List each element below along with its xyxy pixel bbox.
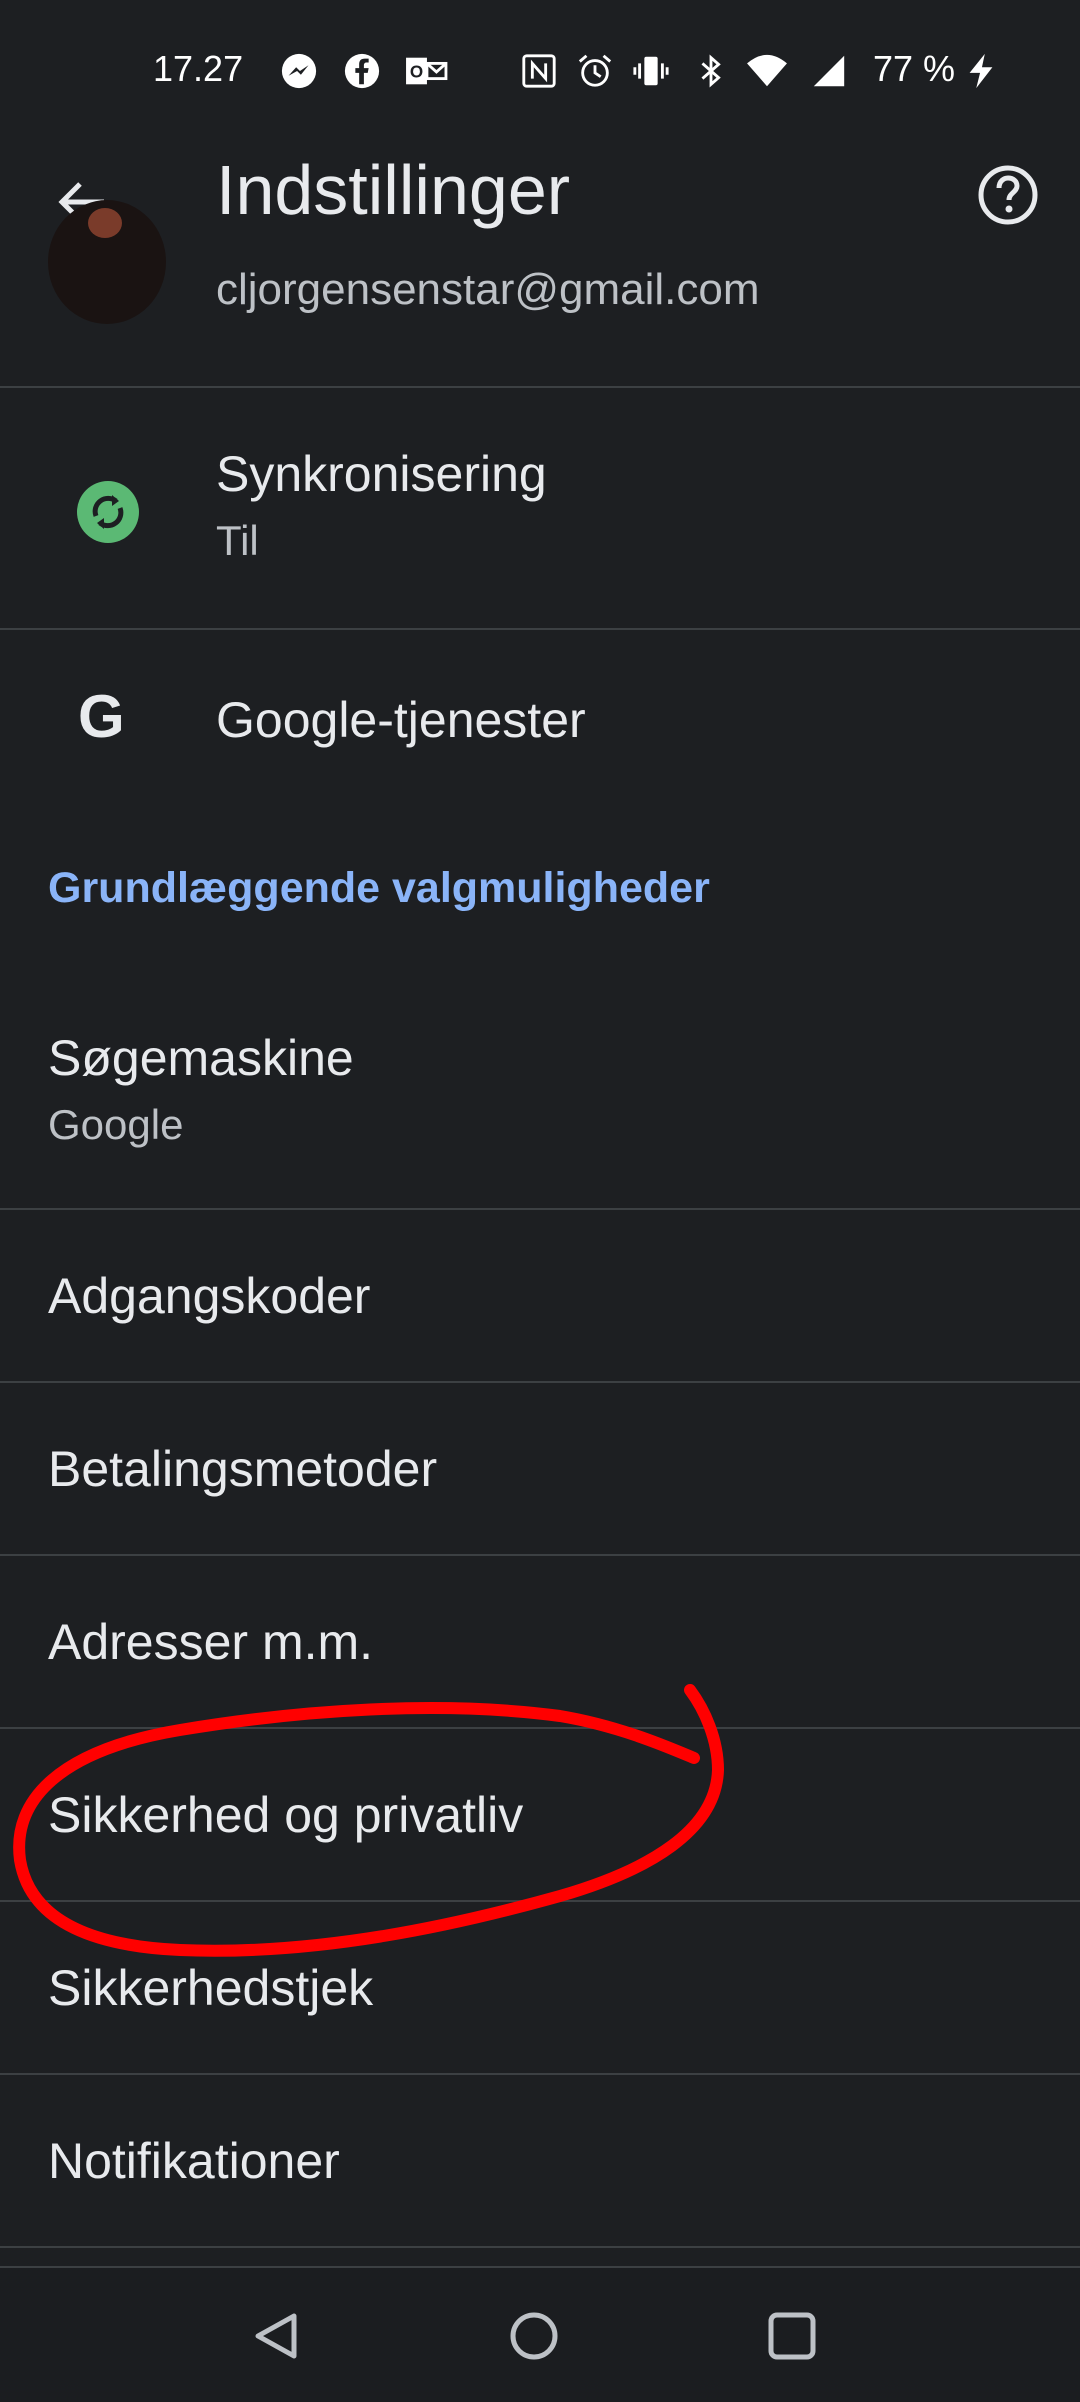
section-header-basics: Grundlæggende valgmuligheder xyxy=(48,864,710,912)
battery-percent: 77 % xyxy=(873,48,956,89)
signal-icon xyxy=(813,55,845,87)
google-g-icon: G xyxy=(78,683,125,750)
facebook-icon xyxy=(344,53,380,89)
account-row[interactable]: cljorgensenstar@gmail.com xyxy=(0,200,1080,386)
outlook-icon: O xyxy=(406,57,448,85)
account-email: cljorgensenstar@gmail.com xyxy=(216,265,760,314)
nav-recents-icon[interactable] xyxy=(766,2310,818,2362)
sync-icon xyxy=(77,481,139,543)
setting-label: Notifikationer xyxy=(48,2133,340,2189)
nav-back-icon[interactable] xyxy=(250,2310,302,2362)
divider xyxy=(0,2246,1080,2248)
bluetooth-icon xyxy=(701,54,721,88)
setting-passwords[interactable]: Adgangskoder xyxy=(0,1210,1080,1382)
google-services-row[interactable]: G Google-tjenester xyxy=(0,630,1080,810)
status-time: 17.27 xyxy=(153,48,244,89)
avatar xyxy=(48,200,166,324)
setting-label: Adgangskoder xyxy=(48,1268,371,1324)
red-circle-annotation xyxy=(13,1684,724,1957)
nfc-icon xyxy=(522,54,556,88)
setting-label: Søgemaskine xyxy=(48,1030,354,1086)
navigation-bar xyxy=(0,2266,1080,2402)
setting-notifications[interactable]: Notifikationer xyxy=(0,2075,1080,2245)
setting-label: Betalingsmetoder xyxy=(48,1441,438,1497)
charging-icon xyxy=(969,53,993,89)
alarm-icon xyxy=(578,54,612,87)
sync-status: Til xyxy=(216,517,259,564)
setting-payment-methods[interactable]: Betalingsmetoder xyxy=(0,1383,1080,1555)
messenger-icon xyxy=(281,53,317,89)
status-bar: 17.27 O 77 % xyxy=(0,0,1080,140)
page-title: Indstillinger xyxy=(216,151,571,229)
vibrate-icon xyxy=(633,56,669,86)
help-circle-icon[interactable] xyxy=(976,163,1040,227)
wifi-icon xyxy=(747,54,787,87)
setting-value: Google xyxy=(48,1101,184,1148)
setting-search-engine[interactable]: Søgemaskine Google xyxy=(0,980,1080,1208)
nav-home-icon[interactable] xyxy=(508,2310,560,2362)
svg-text:O: O xyxy=(410,63,423,82)
google-services-label: Google-tjenester xyxy=(216,692,586,748)
sync-label: Synkronisering xyxy=(216,446,547,502)
sync-row[interactable]: Synkronisering Til xyxy=(0,388,1080,628)
